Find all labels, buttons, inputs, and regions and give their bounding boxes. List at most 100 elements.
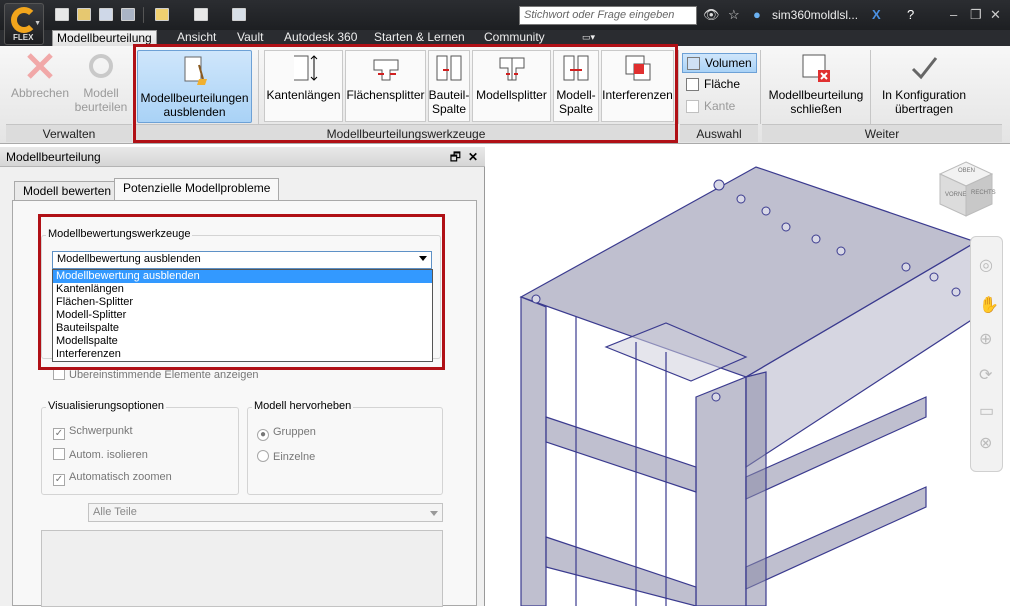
results-list[interactable] [41,530,443,607]
refresh-icon [85,50,117,82]
schwerpunkt-checkbox[interactable]: ✓ Schwerpunkt [53,425,133,440]
volume-icon [687,57,700,70]
checkmark-icon [908,52,940,84]
volumen-label: Volumen [705,56,752,70]
minimize-icon[interactable]: – [950,7,957,22]
panel-label-auswahl: Auswahl [680,124,758,142]
pan-icon[interactable]: ✋ [979,295,999,315]
panel-title-bar: Modellbeurteilung 🗗 ✕ [0,147,485,167]
open-folder-icon[interactable] [77,8,91,21]
highlight-group-title: Modell hervorheben [252,400,354,412]
close-icon[interactable]: ✕ [468,147,478,167]
check-icon: ✓ [53,474,65,486]
close-nav-icon[interactable]: ⊗ [979,433,992,453]
dropdown-option[interactable]: Modellbewertung ausblenden [53,270,432,283]
dropdown-option[interactable]: Interferenzen [53,348,432,361]
part-icon[interactable] [194,8,208,21]
isolieren-checkbox[interactable]: Autom. isolieren [53,448,148,461]
navigation-bar: ◎ ✋ ⊕ ⟳ ▭ ⊗ [970,236,1003,472]
einzelne-label: Einzelne [273,451,316,463]
viewcube-front-label: VORNE [945,192,967,198]
chevron-down-icon: ▼ [34,20,41,27]
einzelne-radio[interactable]: Einzelne [257,450,315,463]
gruppen-label: Gruppen [273,426,316,438]
dropdown-option[interactable]: Modellspalte [53,335,432,348]
tools-dropdown-list[interactable]: Modellbewertung ausblenden Kantenlängen … [52,269,433,362]
panel-label-verwalten: Verwalten [6,124,132,142]
flaeche-label: Fläche [704,77,741,91]
viewcube-right-label: RECHTS [971,190,996,196]
flaeche-button[interactable]: Fläche [682,75,757,95]
search-input[interactable]: Stichwort oder Frage eingeben [519,6,697,25]
panel-title: Modellbeurteilung [6,150,101,164]
cancel-x-icon [24,50,56,82]
modellbeurteilung-schliessen-button[interactable]: Modellbeurteilung schließen [764,50,868,116]
radio-icon [257,450,269,462]
separator [143,7,144,23]
checkbox-box [53,448,65,460]
kante-button[interactable]: Kante [682,97,757,117]
dropdown-option[interactable]: Bauteilspalte [53,322,432,335]
title-bar: FLEX ▼ Stichwort oder Frage eingeben 👁 ☆… [0,0,1010,45]
user-name[interactable]: sim360moldlsl... [772,8,858,22]
application-menu-button[interactable]: FLEX ▼ [4,3,44,45]
tab-potenzielle-modellprobleme[interactable]: Potenzielle Modellprobleme [114,178,280,200]
separator [870,50,871,124]
chevron-down-icon [430,511,438,520]
orbit-icon[interactable]: ⟳ [979,365,992,385]
look-at-icon[interactable]: ▭ [979,401,994,421]
in-konfiguration-uebertragen-button[interactable]: In Konfiguration übertragen [874,50,974,116]
viewcube-top-label: OBEN [958,168,976,174]
close-icon[interactable]: ✕ [990,7,1001,23]
tab-modell-bewerten[interactable]: Modell bewerten [14,181,121,201]
radio-selected-icon: ● [257,429,269,441]
gruppen-radio[interactable]: ● Gruppen [257,426,316,441]
zoomen-label: Automatisch zoomen [69,471,172,483]
isolieren-label: Autom. isolieren [69,449,148,461]
modell-beurteilen-label-1: Modell [83,86,119,100]
zoom-icon[interactable]: ⊕ [979,329,992,349]
highlight-frame-ribbon [133,44,678,143]
abbrechen-label: Abbrechen [10,86,70,100]
dropdown-option[interactable]: Kantenlängen [53,283,432,296]
steering-wheel-icon[interactable]: ◎ [979,255,993,275]
separator [760,50,761,124]
edge-icon [686,100,699,113]
filter-dropdown[interactable]: Alle Teile [88,503,443,522]
star-icon[interactable]: ☆ [728,7,740,23]
uebertragen-label-1: In Konfiguration [881,88,967,102]
close-review-icon [800,52,832,84]
check-icon: ✓ [53,428,65,440]
separator [678,50,679,124]
user-icon[interactable]: ● [753,7,761,22]
help-icon[interactable]: ? [907,7,914,22]
volumen-button[interactable]: Volumen [682,53,757,73]
3d-viewport[interactable] [486,147,1010,606]
new-file-icon[interactable] [55,8,69,21]
save-icon[interactable] [99,8,113,21]
restore-icon[interactable]: ❐ [970,7,982,23]
schliessen-label-1: Modellbeurteilung [768,88,864,102]
properties-icon[interactable] [232,8,246,21]
visualization-group-title: Visualisierungsoptionen [46,400,166,412]
schliessen-label-2: schließen [790,102,842,116]
exchange-apps-icon[interactable]: X [872,7,881,22]
match-elements-label: Übereinstimmende Elemente anzeigen [69,369,259,381]
zoomen-checkbox[interactable]: ✓ Automatisch zoomen [53,471,172,486]
filter-value: Alle Teile [93,506,137,518]
print-icon[interactable] [121,8,135,21]
dropdown-option[interactable]: Modell-Splitter [53,309,432,322]
uebertragen-label-2: übertragen [894,102,954,116]
modell-beurteilen-button[interactable]: Modell beurteilen [72,50,130,114]
binoculars-icon[interactable]: 👁 [703,7,720,23]
modell-beurteilen-label-2: beurteilen [74,100,128,114]
schwerpunkt-label: Schwerpunkt [69,425,133,437]
viewcube[interactable]: OBEN VORNE RECHTS [938,160,996,218]
dropdown-option[interactable]: Flächen-Splitter [53,296,432,309]
cabinet-model [519,166,978,606]
abbrechen-button[interactable]: Abbrechen [8,50,72,100]
project-icon[interactable] [155,8,169,21]
face-icon [686,78,699,91]
float-icon[interactable]: 🗗 [450,147,461,167]
panel-label-weiter: Weiter [762,124,1002,142]
